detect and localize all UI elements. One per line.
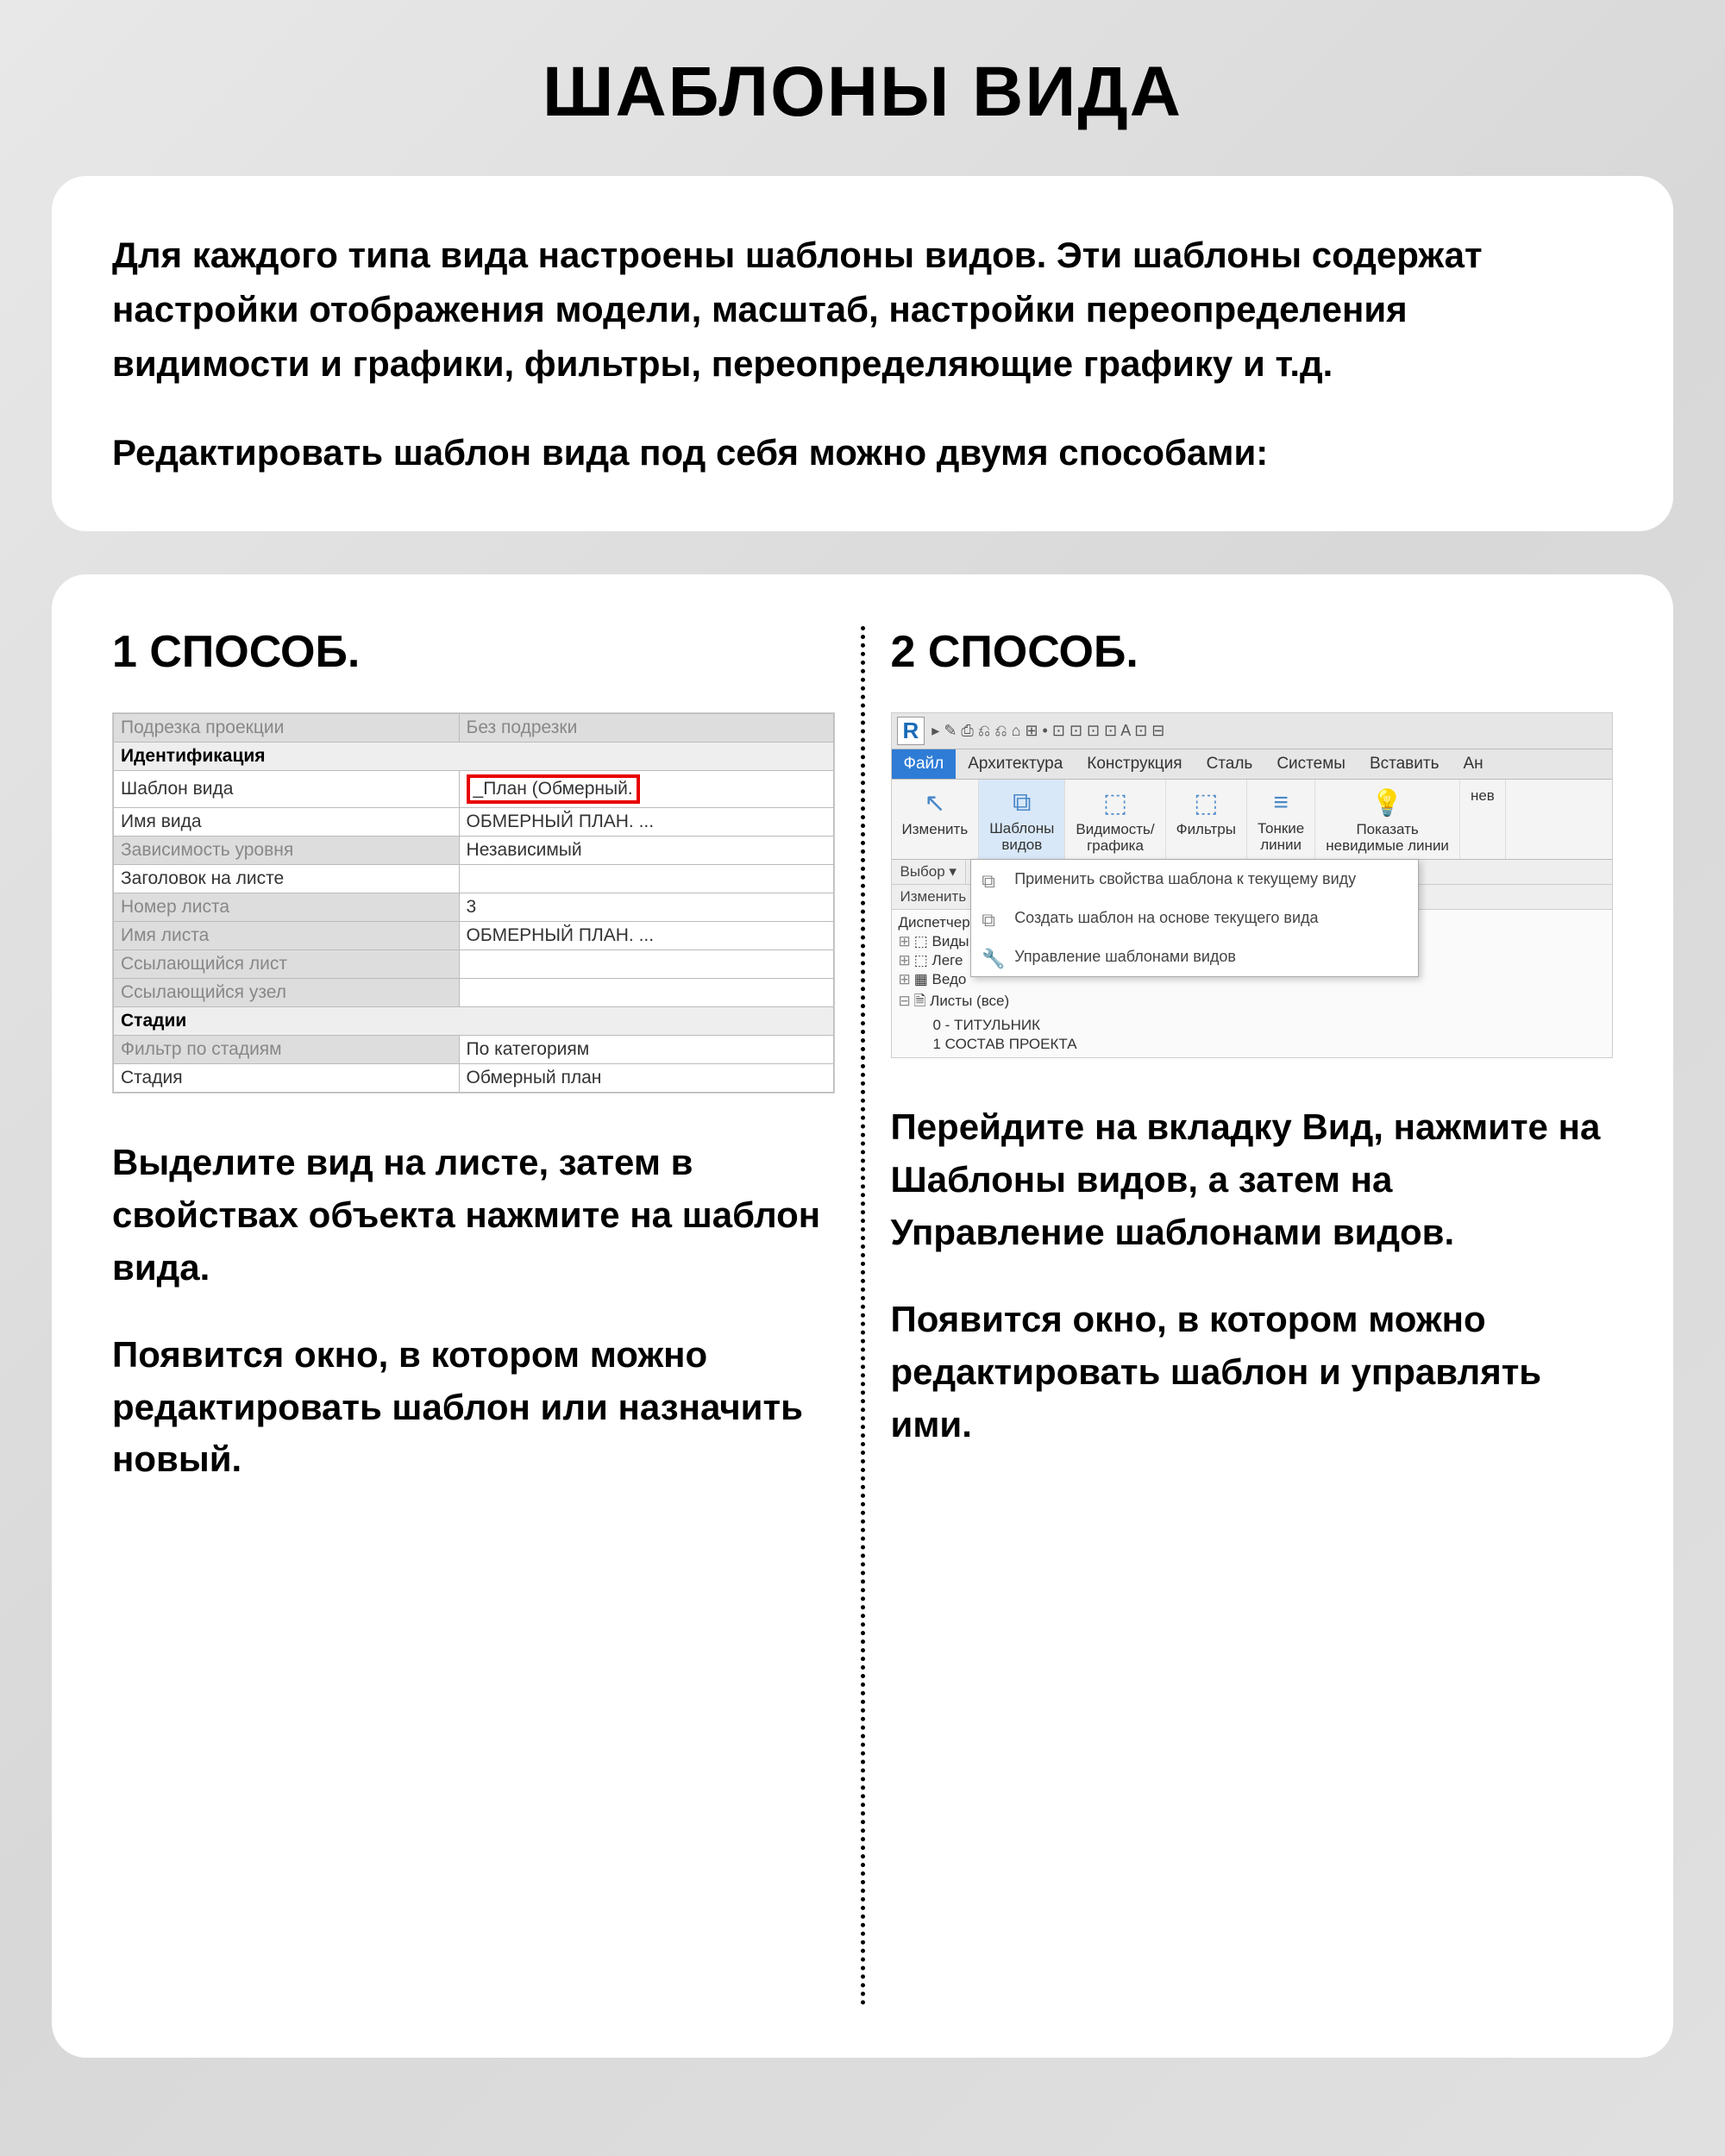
tree-item[interactable]: ⊟🗎 Листы (все): [899, 989, 1606, 1016]
templates-icon: ⧉: [989, 788, 1054, 818]
show-hidden-button[interactable]: 💡 Показать невидимые линии: [1315, 780, 1460, 859]
method-2-description: Перейдите на вкладку Вид, нажмите на Шаб…: [891, 1101, 1614, 1451]
ribbon-tabs: Файл Архитектура Конструкция Сталь Систе…: [892, 749, 1613, 780]
expand-icon[interactable]: ⊞: [899, 952, 911, 968]
ribbon-screenshot: R ▸ ✎ ⎙ ⎌ ⎌ ⌂ ⊞ • ⊡ ⊡ ⊡ ⊡ A ⊡ ⊟ Файл Арх…: [891, 712, 1614, 1058]
table-row: Подрезка проекцииБез подрезки: [114, 714, 834, 743]
table-row: Имя листаОБМЕРНЫЙ ПЛАН. ...: [114, 922, 834, 950]
revit-logo-icon: R: [897, 717, 925, 745]
view-templates-button[interactable]: ⧉ Шаблоны видов ⧉Применить свойства шабл…: [979, 780, 1065, 859]
ribbon-buttons: ↖ Изменить ⧉ Шаблоны видов ⧉Применить св…: [892, 780, 1613, 860]
methods-card: 1 СПОСОБ. Подрезка проекцииБез подрезки …: [52, 574, 1673, 2058]
open-icon[interactable]: ▸ ✎ ⎙ ⎌ ⎌ ⌂ ⊞ • ⊡ ⊡ ⊡ ⊡ A ⊡ ⊟: [932, 722, 1164, 740]
tab-systems[interactable]: Системы: [1264, 749, 1358, 779]
tab-an[interactable]: Ан: [1451, 749, 1495, 779]
section-header: Идентификация: [114, 743, 834, 771]
collapse-icon[interactable]: ⊟: [899, 993, 911, 1009]
tab-file[interactable]: Файл: [892, 749, 957, 779]
method-2-column: 2 СПОСОБ. R ▸ ✎ ⎙ ⎌ ⎌ ⌂ ⊞ • ⊡ ⊡ ⊡ ⊡ A ⊡ …: [865, 626, 1614, 2006]
properties-panel-screenshot: Подрезка проекцииБез подрезки Идентифика…: [112, 712, 835, 1094]
tab-insert[interactable]: Вставить: [1358, 749, 1452, 779]
tab-steel[interactable]: Сталь: [1195, 749, 1265, 779]
intro-text: Для каждого типа вида настроены шаблоны …: [112, 228, 1613, 479]
intro-card: Для каждого типа вида настроены шаблоны …: [52, 176, 1673, 531]
menu-manage-templates[interactable]: 🔧Управление шаблонами видов: [971, 937, 1418, 976]
templates-dropdown: ⧉Применить свойства шаблона к текущему в…: [970, 859, 1419, 977]
method-1-description: Выделите вид на листе, затем в свойствах…: [112, 1137, 835, 1486]
thin-lines-button[interactable]: ≡ Тонкие линии: [1247, 780, 1315, 859]
intro-p2: Редактировать шаблон вида под себя можно…: [112, 425, 1613, 479]
apply-icon: ⧉: [982, 870, 995, 893]
table-row: Ссылающийся лист: [114, 950, 834, 979]
wrench-icon: 🔧: [982, 948, 1005, 970]
menu-create-template[interactable]: ⧉Создать шаблон на основе текущего вида: [971, 899, 1418, 937]
bulb-icon: 💡: [1326, 788, 1449, 818]
select-dropdown[interactable]: Выбор ▾: [892, 860, 966, 884]
method-1-column: 1 СПОСОБ. Подрезка проекцииБез подрезки …: [112, 626, 861, 2006]
method-2-heading: 2 СПОСОБ.: [891, 626, 1614, 678]
tab-construction[interactable]: Конструкция: [1075, 749, 1194, 779]
table-row: Фильтр по стадиямПо категориям: [114, 1036, 834, 1064]
properties-table: Подрезка проекцииБез подрезки Идентифика…: [113, 713, 834, 1093]
lines-icon: ≡: [1258, 788, 1304, 818]
quick-access-toolbar: R ▸ ✎ ⎙ ⎌ ⎌ ⌂ ⊞ • ⊡ ⊡ ⊡ ⊡ A ⊡ ⊟: [892, 713, 1613, 749]
modify-button[interactable]: ↖ Изменить: [892, 780, 980, 859]
visibility-button[interactable]: ⬚ Видимость/ графика: [1065, 780, 1165, 859]
table-row: Имя видаОБМЕРНЫЙ ПЛАН. ...: [114, 808, 834, 837]
expand-icon[interactable]: ⊞: [899, 971, 911, 987]
filters-button[interactable]: ⬚ Фильтры: [1166, 780, 1247, 859]
table-row: Заголовок на листе: [114, 865, 834, 893]
tab-architecture[interactable]: Архитектура: [956, 749, 1075, 779]
table-row: Ссылающийся узел: [114, 979, 834, 1007]
expand-icon[interactable]: ⊞: [899, 933, 911, 950]
filters-icon: ⬚: [1176, 788, 1236, 818]
create-icon: ⧉: [982, 909, 995, 931]
intro-p1: Для каждого типа вида настроены шаблоны …: [112, 228, 1613, 391]
tree-item[interactable]: 0 - ТИТУЛЬНИК: [899, 1016, 1606, 1035]
page-title: ШАБЛОНЫ ВИДА: [52, 52, 1673, 133]
section-header: Стадии: [114, 1007, 834, 1036]
visibility-icon: ⬚: [1076, 788, 1154, 818]
tree-item[interactable]: 1 СОСТАВ ПРОЕКТА: [899, 1035, 1606, 1054]
table-row: Зависимость уровняНезависимый: [114, 837, 834, 865]
view-template-cell[interactable]: _План (Обмерный.: [459, 771, 833, 808]
table-row: СтадияОбмерный план: [114, 1064, 834, 1093]
table-row: Шаблон вида_План (Обмерный.: [114, 771, 834, 808]
highlighted-value: _План (Обмерный.: [467, 774, 640, 804]
cursor-icon: ↖: [902, 788, 969, 818]
remove-hidden-button[interactable]: нев: [1460, 780, 1506, 859]
method-1-heading: 1 СПОСОБ.: [112, 626, 835, 678]
table-row: Номер листа3: [114, 893, 834, 922]
menu-apply-template[interactable]: ⧉Применить свойства шаблона к текущему в…: [971, 860, 1418, 899]
